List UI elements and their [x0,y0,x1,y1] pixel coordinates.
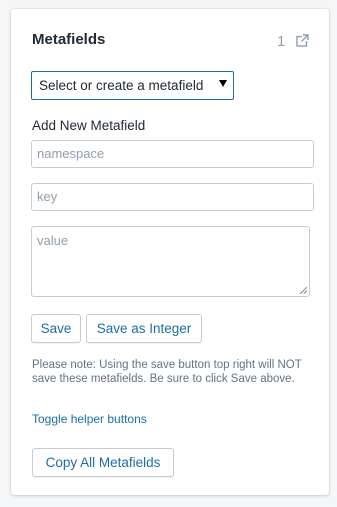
value-textarea[interactable]: value [31,226,310,297]
metafield-count: 1 [277,33,286,50]
namespace-input[interactable]: namespace [31,140,314,168]
value-placeholder: value [37,233,69,248]
save-note: Please note: Using the save button top r… [32,359,302,385]
key-input[interactable]: key [31,183,314,211]
namespace-placeholder: namespace [37,146,105,161]
metafield-select-value: Select or create a metafield [39,78,204,93]
metafields-card: Metafields 1 Select or create a metafiel… [11,9,329,495]
external-link-icon[interactable] [296,34,309,47]
caret-down-icon [219,80,227,87]
save-as-integer-button[interactable]: Save as Integer [86,314,202,343]
toggle-helper-buttons-link[interactable]: Toggle helper buttons [32,412,147,426]
key-placeholder: key [37,189,58,204]
add-new-metafield-label: Add New Metafield [32,118,146,133]
copy-all-metafields-button[interactable]: Copy All Metafields [32,448,174,477]
save-button[interactable]: Save [31,314,81,343]
metafield-select[interactable]: Select or create a metafield [31,71,234,100]
resize-grip-icon[interactable] [299,286,307,294]
card-title: Metafields [32,31,106,48]
